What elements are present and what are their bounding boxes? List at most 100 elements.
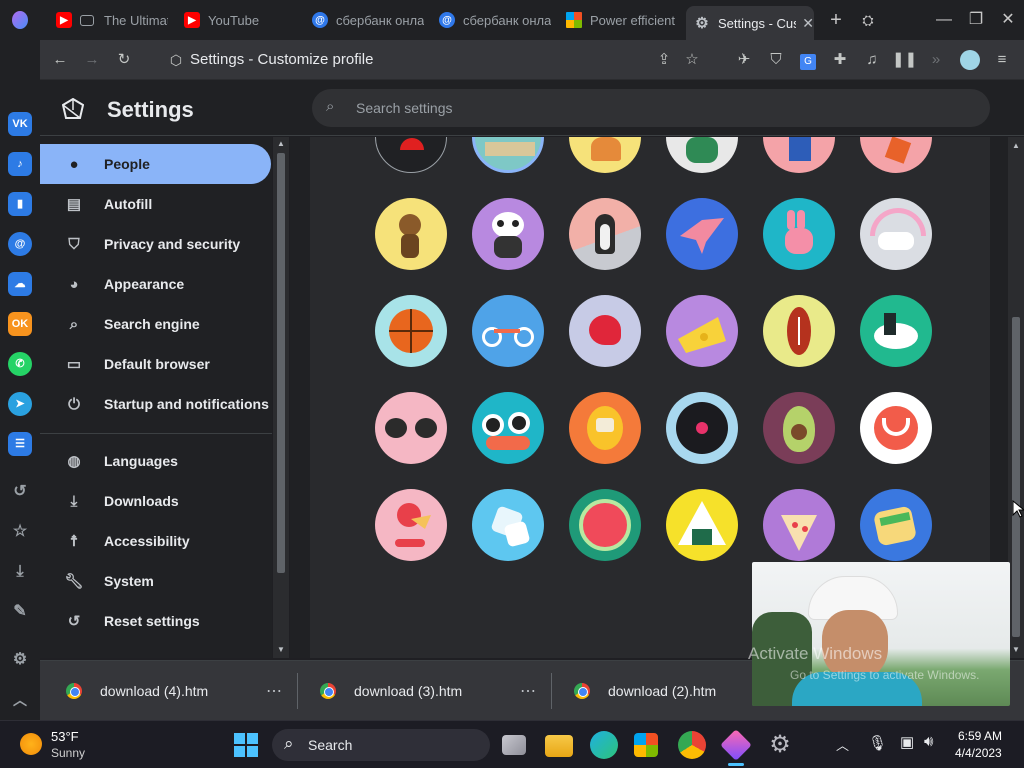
profile-avatar[interactable] [958,48,982,72]
restore-icon[interactable]: ❐ [964,8,988,32]
nav-default-browser[interactable]: ▭ Default browser [40,344,271,384]
unicorn-avatar[interactable] [860,198,932,270]
weather-icon[interactable] [20,733,42,755]
ice-cream-avatar[interactable] [375,489,447,561]
rabbit-avatar[interactable] [763,198,835,270]
gear-icon[interactable]: ⚙ [8,648,32,672]
tray-chevron-up-icon[interactable]: ︿ [836,735,849,754]
extensions-icon[interactable]: ✚ [828,48,852,72]
download-item[interactable]: download (2).htm [574,661,716,721]
download-item[interactable]: download (4).htm [66,661,208,721]
music-icon[interactable]: ♪ [8,152,32,176]
translate-icon[interactable]: G [796,48,820,72]
skip-icon[interactable]: » [924,48,948,72]
orange-fox-avatar[interactable] [860,137,932,173]
store-icon[interactable] [634,733,658,757]
taskbar-search[interactable]: ⌕ Search [272,729,490,761]
download-icon[interactable]: ⤓ [8,560,32,584]
back-icon[interactable]: ← [48,48,72,72]
mail-icon[interactable]: @ [8,232,32,256]
scroll-down-arrow-icon[interactable]: ▼ [1012,645,1020,654]
penguin-avatar[interactable] [569,198,641,270]
basketball-avatar[interactable] [375,295,447,367]
red-bird-avatar[interactable] [569,295,641,367]
nav-accessibility[interactable]: ☨ Accessibility [40,521,271,561]
sunglasses-avatar[interactable] [375,392,447,464]
nav-people[interactable]: ● People [40,144,271,184]
network-icon[interactable]: ▣ [900,733,914,751]
volume-icon[interactable]: 🔊︎ [924,733,933,750]
menu-icon[interactable]: ≡ [990,48,1014,72]
weather-temp[interactable]: 53°F [51,729,79,744]
nav-reset-settings[interactable]: ↺ Reset settings [40,601,271,641]
scroll-down-arrow-icon[interactable]: ▼ [277,645,285,654]
settings-app-icon[interactable]: ⚙ [766,731,794,759]
tab-close-icon[interactable]: ✕ [802,15,814,32]
chrome-icon[interactable] [678,731,706,759]
picture-in-picture-video[interactable] [752,562,1010,706]
reload-icon[interactable]: ↻ [112,48,136,72]
minimize-icon[interactable]: — [932,8,956,32]
brush-icon[interactable]: ✎ [8,600,32,624]
panda-avatar[interactable] [472,198,544,270]
blue-bird-avatar[interactable] [763,137,835,173]
star-icon[interactable]: ☆ [8,520,32,544]
main-scroll-thumb[interactable] [1012,317,1020,637]
close-window-icon[interactable]: ✕ [996,8,1020,32]
weather-condition[interactable]: Sunny [51,746,85,760]
butterfly-avatar[interactable] [666,198,738,270]
edge-icon[interactable] [590,731,618,759]
tamagotchi-avatar[interactable] [569,392,641,464]
tab-sberbank-1[interactable]: @ сбербанк онла [312,6,424,34]
onigiri-avatar[interactable] [666,489,738,561]
nav-scroll-thumb[interactable] [277,153,285,573]
new-tab-icon[interactable]: + [824,8,848,32]
landscape-avatar[interactable] [472,137,544,173]
dice-avatar[interactable] [472,489,544,561]
more-options-icon[interactable]: ⋯ [266,681,282,701]
whatsapp-icon[interactable]: ✆ [8,352,32,376]
red-cap-avatar[interactable] [375,137,447,173]
forward-icon[interactable]: → [80,48,104,72]
browser-logo-icon[interactable] [12,11,28,29]
nav-autofill[interactable]: ▤ Autofill [40,184,271,224]
bookmark-star-icon[interactable]: ☆ [680,48,704,72]
telegram-icon[interactable]: ➤ [8,392,32,416]
microphone-icon[interactable]: 🎙︎ [868,734,887,752]
share-icon[interactable]: ⇪ [652,48,676,72]
scroll-up-arrow-icon[interactable]: ▲ [1012,141,1020,150]
nav-system[interactable]: 🔧︎ System [40,561,271,601]
nav-appearance[interactable]: ◕ Appearance [40,264,271,304]
monkey-avatar[interactable] [375,198,447,270]
task-view-icon[interactable] [502,735,526,755]
sushi-bowl-avatar[interactable] [860,295,932,367]
bicycle-avatar[interactable] [472,295,544,367]
omnibox-page-title[interactable]: Settings - Customize profile [190,51,373,68]
ok-icon[interactable]: OK [8,312,32,336]
site-settings-icon[interactable]: ⬡ [164,48,188,72]
browser-app-icon[interactable] [720,729,752,761]
tab-sberbank-2[interactable]: @ сбербанк онла [439,6,551,34]
tab-search-icon[interactable]: ⛭ [856,8,880,32]
history-icon[interactable]: ↺ [8,480,32,504]
nav-search-engine[interactable]: ⌕ Search engine [40,304,271,344]
sushi-avatar[interactable] [472,392,544,464]
plant-avatar[interactable] [666,137,738,173]
football-avatar[interactable] [763,295,835,367]
smile-avatar[interactable] [860,392,932,464]
shield-icon[interactable]: ⛉ [764,48,788,72]
pizza-avatar[interactable] [763,489,835,561]
nav-startup-notifications[interactable]: ⏻ Startup and notifications [40,384,271,424]
tab-power-efficient[interactable]: Power efficient [566,6,678,34]
clock-time[interactable]: 6:59 AM [958,729,1002,743]
nav-downloads[interactable]: ⤓ Downloads [40,481,271,521]
tab-youtube[interactable]: ▶ YouTube [184,6,294,34]
main-scrollbar[interactable]: ▲ ▼ [1008,137,1024,658]
nav-privacy-security[interactable]: ⛉ Privacy and security [40,224,271,264]
list-icon[interactable]: ☰ [8,432,32,456]
playlist-icon[interactable]: ♫ [860,48,884,72]
chevron-up-icon[interactable]: ︿ [8,688,32,712]
avocado-avatar[interactable] [763,392,835,464]
pause-icon[interactable]: ❚❚ [892,48,917,72]
stats-icon[interactable]: ▮ [8,192,32,216]
